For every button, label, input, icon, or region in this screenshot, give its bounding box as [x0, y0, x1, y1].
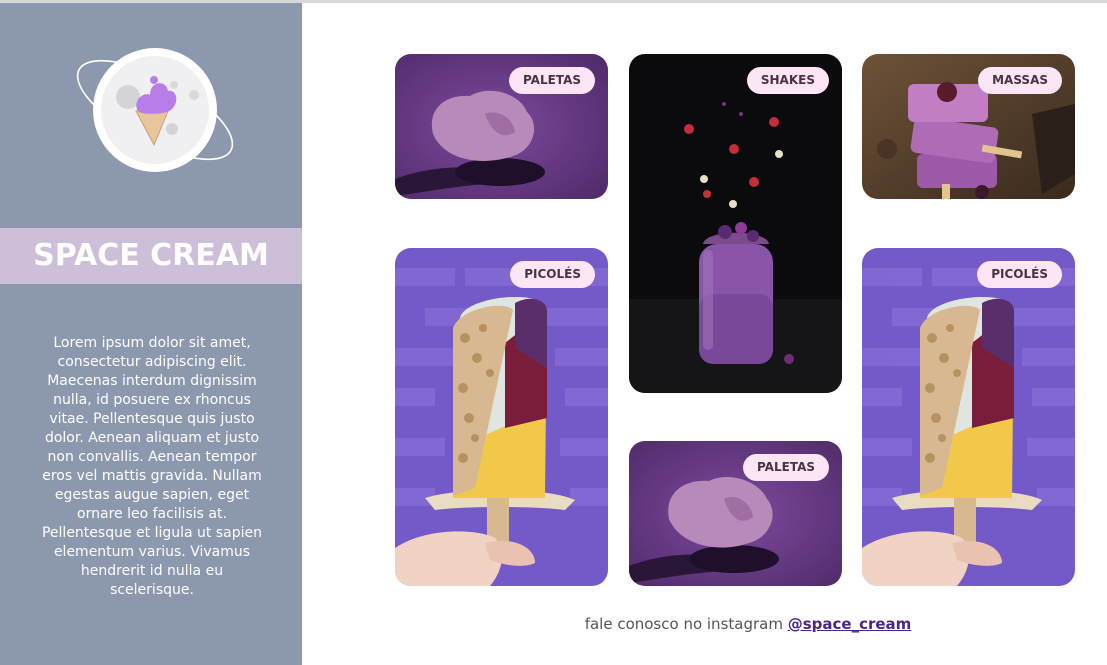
sidebar: SPACE CREAM Lorem ipsum dolor sit amet, … — [0, 3, 302, 665]
gallery-card-paletas-2[interactable]: PALETAS — [629, 441, 842, 586]
card-label: PALETAS — [508, 67, 595, 94]
shake-jar-photo — [629, 54, 842, 393]
card-label: PICOLÉS — [510, 261, 595, 288]
instagram-link[interactable]: @space_cream — [788, 615, 912, 633]
brand-description: Lorem ipsum dolor sit amet, consectetur … — [41, 335, 262, 598]
space-cream-logo — [76, 48, 234, 172]
gallery-card-picoles[interactable]: PICOLÉS — [395, 248, 608, 586]
card-label: MASSAS — [978, 67, 1062, 94]
footer-text: fale conosco no instagram — [584, 615, 783, 633]
gallery-card-picoles-2[interactable]: PICOLÉS — [862, 248, 1075, 586]
brand-title: SPACE CREAM — [33, 238, 269, 273]
brand-band: SPACE CREAM — [0, 228, 302, 284]
gallery-card-paletas[interactable]: PALETAS — [395, 54, 608, 199]
gallery-card-shakes[interactable]: SHAKES — [629, 54, 842, 393]
card-label: PICOLÉS — [977, 261, 1062, 288]
card-label: SHAKES — [746, 67, 829, 94]
gallery-card-massas[interactable]: MASSAS — [862, 54, 1075, 199]
card-label: PALETAS — [742, 454, 829, 481]
contact-footer: fale conosco no instagram @space_cream — [395, 615, 1101, 633]
popsicle-photo — [395, 248, 608, 586]
popsicle-photo — [862, 248, 1075, 586]
